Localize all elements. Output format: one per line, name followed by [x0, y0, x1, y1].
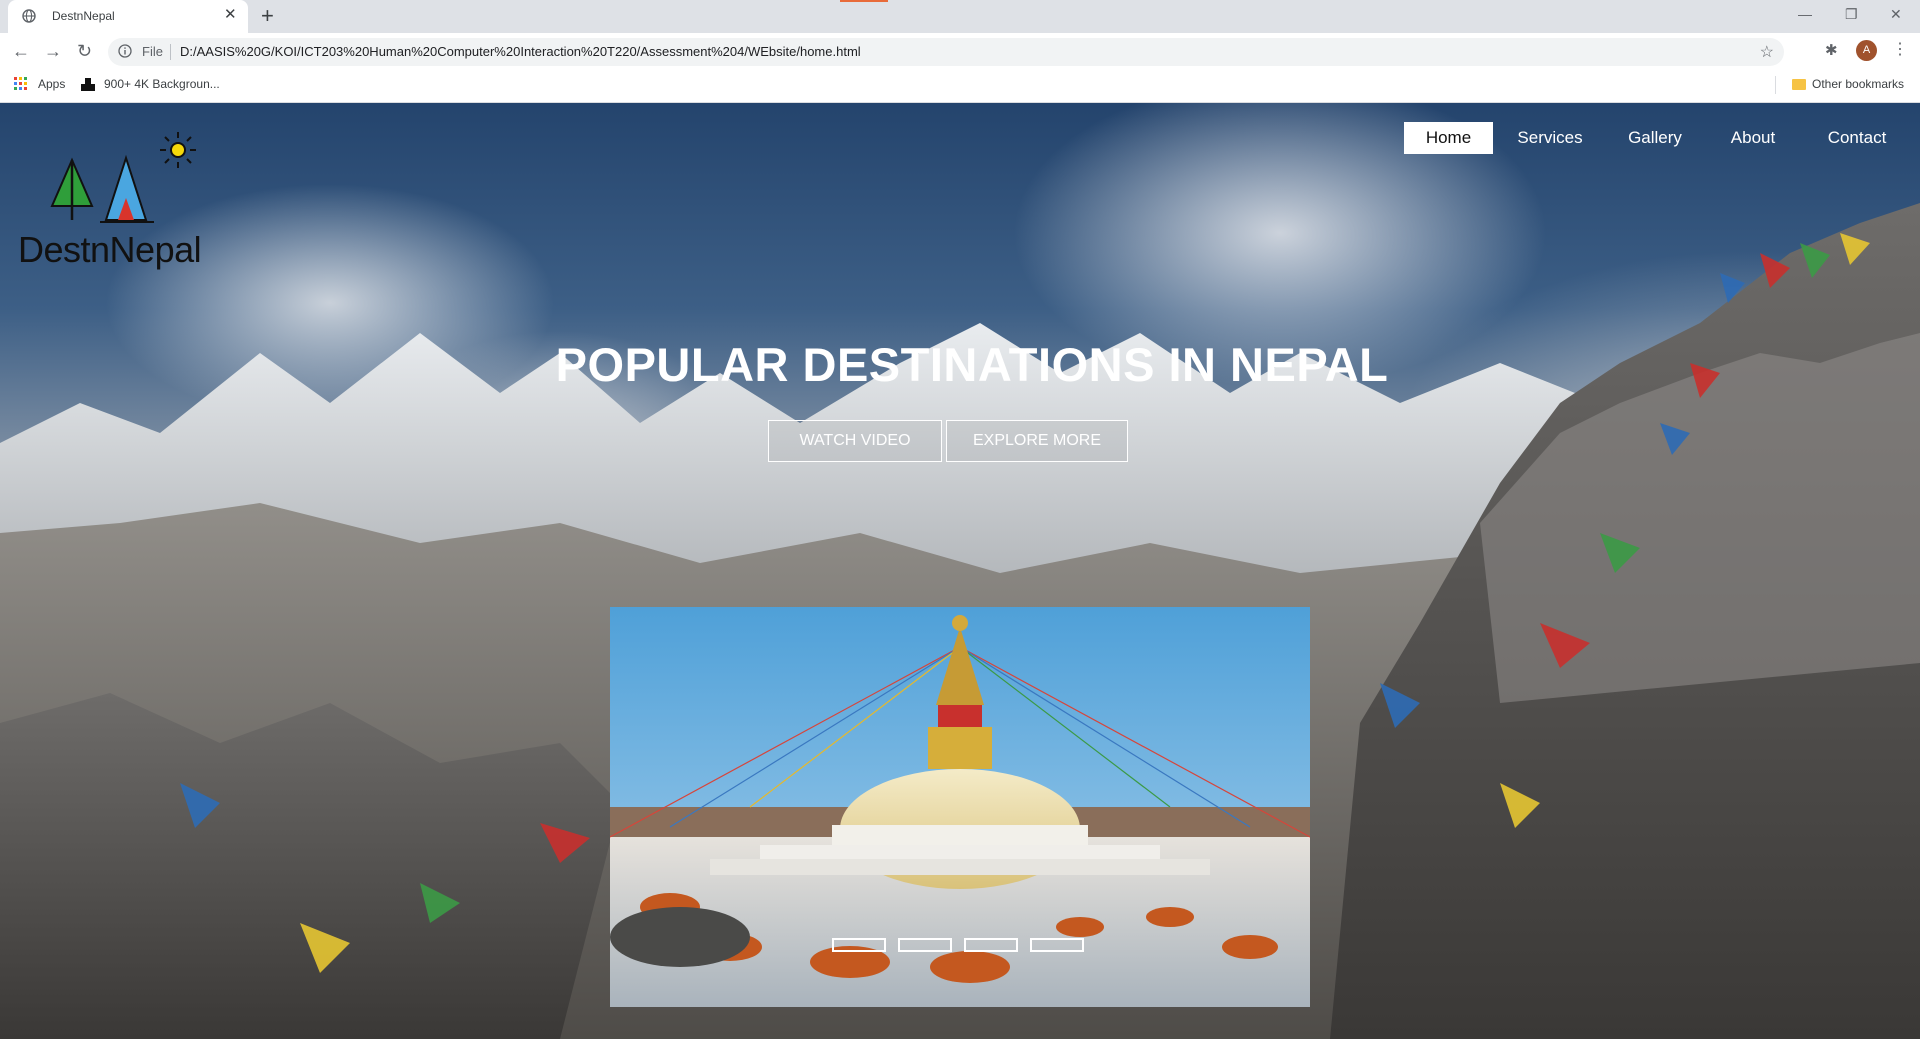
browser-tab-strip: DestnNepal ✕ + — ❐ ✕ — [0, 0, 1920, 33]
slider-indicator-3[interactable] — [964, 938, 1018, 952]
extensions-icon[interactable]: ✱ — [1825, 41, 1838, 59]
nav-gallery[interactable]: Gallery — [1614, 122, 1696, 154]
bookmarks-separator — [1775, 76, 1776, 94]
bookmark-favicon-icon — [81, 78, 95, 91]
url-text[interactable]: D:/AASIS%20G/KOI/ICT203%20Human%20Comput… — [180, 44, 861, 59]
nav-contact[interactable]: Contact — [1814, 122, 1900, 154]
nav-home[interactable]: Home — [1404, 122, 1493, 154]
profile-avatar[interactable]: A — [1856, 40, 1877, 61]
tab-title: DestnNepal — [52, 9, 115, 23]
folder-icon — [1792, 79, 1806, 90]
apps-grid-icon[interactable] — [14, 77, 28, 91]
browser-toolbar: ← → ↻ File D:/AASIS%20G/KOI/ICT203%20Hum… — [0, 33, 1920, 71]
slider-indicator-1[interactable] — [832, 938, 886, 952]
bookmark-apps[interactable]: Apps — [38, 77, 65, 91]
slider-indicator-4[interactable] — [1030, 938, 1084, 952]
kebab-menu-icon[interactable]: ⋮ — [1892, 39, 1908, 59]
back-icon[interactable]: ← — [12, 41, 30, 61]
hero-section: DestnNepal Home Services Gallery About C… — [0, 103, 1920, 1039]
bookmark-backgrounds[interactable]: 900+ 4K Backgroun... — [104, 77, 220, 91]
bookmarks-bar — [0, 71, 1920, 103]
bookmark-star-icon[interactable]: ☆ — [1760, 42, 1774, 62]
image-slider[interactable] — [610, 607, 1310, 1007]
info-icon[interactable] — [118, 44, 132, 58]
new-tab-icon[interactable]: + — [261, 5, 274, 27]
other-bookmarks[interactable]: Other bookmarks — [1812, 77, 1904, 91]
address-bar[interactable]: File D:/AASIS%20G/KOI/ICT203%20Human%20C… — [108, 38, 1784, 66]
address-separator — [170, 44, 171, 60]
main-nav: Home Services Gallery About Contact — [0, 103, 1920, 163]
slider-indicator-2[interactable] — [898, 938, 952, 952]
explore-more-button[interactable]: EXPLORE MORE — [946, 420, 1128, 462]
stupa-slide-image — [610, 607, 1310, 1007]
window-close-icon[interactable]: ✕ — [1890, 6, 1902, 23]
tab-accent-line — [840, 0, 888, 2]
reload-icon[interactable]: ↻ — [77, 41, 92, 61]
browser-tab[interactable]: DestnNepal ✕ — [8, 0, 248, 33]
forward-icon[interactable]: → — [44, 41, 62, 61]
restore-icon[interactable]: ❐ — [1845, 6, 1858, 23]
scheme-label: File — [142, 44, 163, 59]
nav-services[interactable]: Services — [1506, 122, 1594, 154]
close-tab-icon[interactable]: ✕ — [224, 7, 237, 23]
globe-icon — [22, 9, 36, 23]
logo-text[interactable]: DestnNepal — [18, 229, 202, 271]
nav-about[interactable]: About — [1716, 122, 1790, 154]
hero-title: POPULAR DESTINATIONS IN NEPAL — [555, 338, 1389, 391]
watch-video-button[interactable]: WATCH VIDEO — [768, 420, 942, 462]
minimize-icon[interactable]: — — [1798, 6, 1812, 22]
